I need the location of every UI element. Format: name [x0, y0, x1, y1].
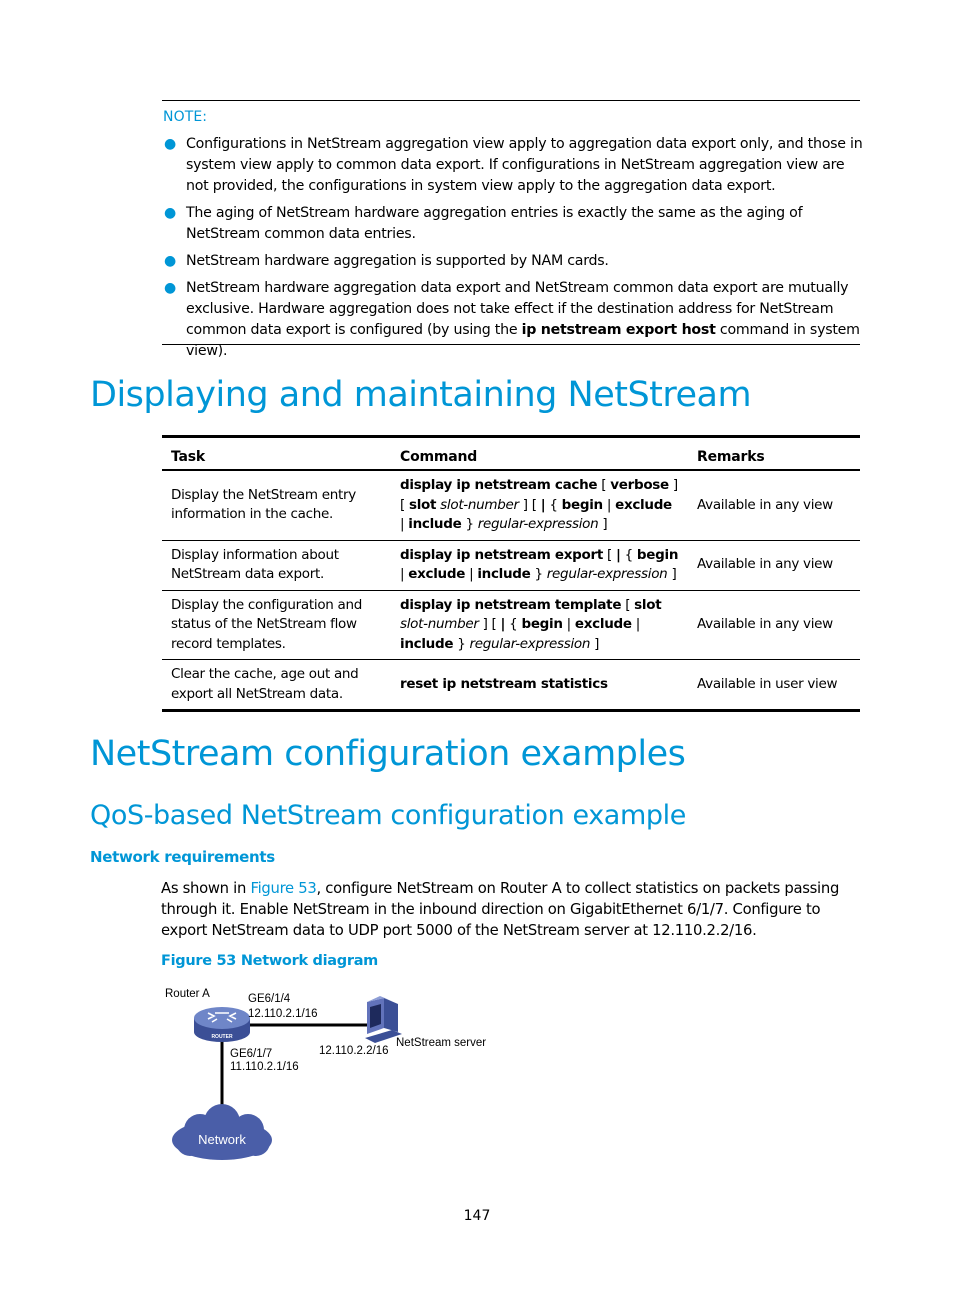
- task-cell: Display information about NetStream data…: [162, 540, 391, 591]
- bullet-icon: ●: [164, 280, 176, 296]
- bullet-icon: ●: [164, 205, 176, 221]
- network-cloud-icon: Network: [172, 1104, 272, 1160]
- command-keyword: include: [400, 635, 454, 652]
- command-keyword: begin: [636, 546, 679, 563]
- remarks-cell: Available in user view: [688, 659, 860, 712]
- command-syntax: }: [453, 635, 470, 652]
- bullet-icon: ●: [164, 253, 176, 269]
- command-keyword: display ip netstream cache: [400, 477, 598, 493]
- table-header-row: Task Command Remarks: [162, 435, 860, 471]
- command-cell: display ip netstream template [ slot slo…: [391, 590, 688, 660]
- command-syntax: ]: [590, 635, 600, 652]
- command-keyword: slot: [634, 596, 662, 613]
- task-cell: Clear the cache, age out and export all …: [162, 659, 391, 712]
- command-syntax: [: [621, 596, 635, 613]
- remarks-cell: Available in any view: [688, 540, 860, 591]
- column-header-task: Task: [162, 435, 391, 471]
- command-keyword: verbose: [610, 477, 669, 493]
- command-keyword: include: [477, 566, 531, 582]
- command-argument: regular-expression: [546, 566, 668, 582]
- command-argument: slot-number: [400, 616, 479, 632]
- command-keyword: begin: [521, 616, 563, 632]
- command-syntax: ] [: [478, 616, 501, 632]
- command-syntax: |: [562, 616, 575, 632]
- command-table: Task Command Remarks Display the NetStre…: [162, 435, 860, 712]
- command-keyword: display ip netstream template: [400, 596, 622, 613]
- command-syntax: |: [602, 496, 616, 513]
- note-list: ● Configurations in NetStream aggregation…: [162, 134, 864, 368]
- remarks-cell: Available in any view: [688, 470, 860, 541]
- command-argument: regular-expression: [469, 635, 591, 652]
- bullet-icon: ●: [164, 136, 176, 152]
- command-syntax: |: [465, 566, 478, 582]
- command-keyword: slot: [408, 496, 437, 513]
- figure-caption: Figure 53 Network diagram: [161, 953, 378, 969]
- command-syntax: [: [597, 477, 611, 493]
- command-syntax: |: [400, 516, 409, 532]
- command-syntax: {: [545, 496, 562, 513]
- figure-link[interactable]: Figure 53: [250, 880, 316, 897]
- section-title-displaying: Displaying and maintaining NetStream: [90, 375, 752, 415]
- command-argument: slot-number: [440, 496, 519, 513]
- table-row: Display the NetStream entry information …: [162, 470, 860, 541]
- command-cell: display ip netstream cache [ verbose ] […: [391, 470, 688, 541]
- task-cell: Display the configuration and status of …: [162, 590, 391, 660]
- table-row: Display the configuration and status of …: [162, 590, 860, 660]
- command-syntax: {: [620, 546, 637, 563]
- column-header-command: Command: [391, 435, 688, 471]
- server-label: NetStream server: [396, 1037, 486, 1049]
- requirements-paragraph: As shown in Figure 53, configure NetStre…: [161, 880, 840, 939]
- table-row: Clear the cache, age out and export all …: [162, 659, 860, 712]
- page-number: 147: [463, 1208, 491, 1224]
- command-syntax: }: [530, 566, 547, 582]
- command-cell: display ip netstream export [ | { begin …: [391, 540, 688, 591]
- interface-down-name: GE6/1/7: [230, 1048, 272, 1060]
- note-item: ● Configurations in NetStream aggregation…: [164, 136, 863, 194]
- command-syntax: |: [631, 616, 641, 632]
- column-header-remarks: Remarks: [688, 435, 860, 471]
- svg-text:ROUTER: ROUTER: [211, 1034, 233, 1040]
- router-label: Router A: [165, 988, 210, 1000]
- server-icon: [365, 996, 402, 1043]
- cloud-label: Network: [198, 1132, 246, 1147]
- command-syntax: ]: [667, 566, 677, 582]
- interface-up-ip: 12.110.2.1/16: [248, 1008, 318, 1020]
- note-label: NOTE:: [163, 109, 208, 125]
- interface-down-ip: 11.110.2.1/16: [230, 1061, 299, 1073]
- heading-network-requirements: Network requirements: [90, 848, 275, 866]
- command-keyword: exclude: [574, 616, 632, 632]
- command-keyword: display ip netstream export: [400, 546, 604, 563]
- section-title-examples: NetStream configuration examples: [90, 734, 686, 774]
- command-syntax: [: [603, 546, 616, 563]
- command-syntax: ]: [598, 516, 608, 532]
- task-cell: Display the NetStream entry information …: [162, 470, 391, 541]
- server-ip: 12.110.2.2/16: [319, 1045, 389, 1057]
- table-row: Display information about NetStream data…: [162, 540, 860, 591]
- command-keyword: begin: [561, 496, 604, 513]
- interface-up-name: GE6/1/4: [248, 993, 291, 1005]
- router-icon: ROUTER: [194, 1007, 250, 1042]
- command-syntax: ] [: [518, 496, 541, 513]
- remarks-cell: Available in any view: [688, 590, 860, 660]
- command-reference: ip netstream export host: [521, 322, 716, 338]
- note-item: ● The aging of NetStream hardware aggrega…: [164, 205, 803, 242]
- command-keyword: include: [408, 516, 462, 532]
- command-argument: regular-expression: [477, 516, 599, 532]
- command-keyword: exclude: [615, 496, 672, 513]
- note-top-rule: [162, 100, 860, 101]
- command-syntax: |: [400, 566, 409, 582]
- note-bottom-rule: [162, 344, 860, 345]
- note-item: ● NetStream hardware aggregation data exp…: [164, 280, 860, 359]
- subsection-title: QoS-based NetStream configuration exampl…: [90, 800, 686, 831]
- command-keyword: reset ip netstream statistics: [400, 675, 608, 692]
- note-item: ● NetStream hardware aggregation is suppo…: [162, 251, 864, 272]
- command-cell: reset ip netstream statistics: [391, 659, 688, 712]
- command-syntax: }: [461, 516, 478, 532]
- command-syntax: {: [505, 616, 522, 632]
- network-diagram: ROUTER Network Router A GE6/1/4 12.110.2…: [165, 988, 486, 1160]
- command-keyword: exclude: [408, 566, 466, 582]
